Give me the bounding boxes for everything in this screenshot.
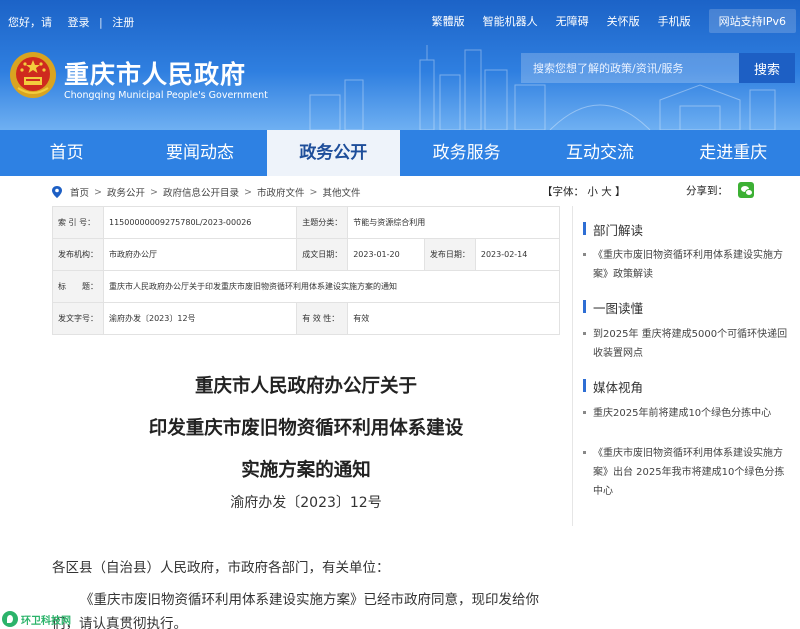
share-control: 分享到：: [686, 182, 754, 198]
top-bar: 您好，请 登录 | 注册 繁體版 智能机器人 无障碍 关怀版 手机版 网站支持I…: [0, 0, 800, 40]
main-nav: 首页 要闻动态 政务公开 政务服务 互动交流 走进重庆: [0, 130, 800, 176]
breadcrumb-row: 首页 > 政务公开 > 政府信息公开目录 > 市政府文件 > 其他文件 【字体：…: [52, 176, 754, 206]
font-size-control: 【字体： 小 大 】: [542, 184, 626, 199]
traditional-chinese-link[interactable]: 繁體版: [432, 13, 465, 29]
publisher-value: 市政府办公厅: [102, 238, 298, 271]
breadcrumb-separator: >: [243, 186, 252, 198]
font-size-close: 】: [615, 186, 626, 198]
nav-about-chongqing[interactable]: 走进重庆: [667, 130, 800, 176]
breadcrumb-separator: >: [309, 186, 318, 198]
accessibility-link[interactable]: 无障碍: [556, 13, 589, 29]
topic-value: 节能与资源综合利用: [347, 206, 560, 239]
breadcrumb-other-documents[interactable]: 其他文件: [322, 185, 360, 199]
search-bar: 搜索: [521, 53, 795, 83]
document-info-table: 索 引 号： 11500000009275780L/2023-00026 主题分…: [52, 206, 561, 335]
font-large-button[interactable]: 大: [601, 186, 612, 198]
nav-news[interactable]: 要闻动态: [133, 130, 266, 176]
created-date-label: 成文日期：: [296, 238, 349, 271]
validity-value: 有效: [347, 302, 560, 335]
subject-label: 标 题：: [52, 270, 104, 303]
created-date-value: 2023-01-20: [347, 238, 425, 271]
published-date-label: 发布日期：: [423, 238, 476, 271]
nav-services[interactable]: 政务服务: [400, 130, 533, 176]
watermark: 环卫科技网: [2, 610, 71, 628]
document-body-line-2: 们，请认真贯彻执行。: [52, 616, 187, 629]
breadcrumb-separator: >: [150, 186, 158, 198]
document-salutation: 各区县（自治县）人民政府，市政府各部门，有关单位：: [52, 560, 390, 576]
published-date-value: 2023-02-14: [474, 238, 561, 271]
ipv6-badge: 网站支持IPv6: [708, 9, 796, 33]
section-media-perspective: 媒体视角: [582, 377, 643, 396]
topic-label: 主题分类：: [296, 206, 349, 239]
sidebar-link-policy-interpretation[interactable]: 《重庆市废旧物资循环利用体系建设实施方案》政策解读: [583, 246, 793, 284]
subject-value: 重庆市人民政府办公厅关于印发重庆市废旧物资循环利用体系建设实施方案的通知: [103, 270, 560, 303]
breadcrumb-separator: >: [94, 186, 102, 198]
share-label: 分享到：: [686, 184, 728, 197]
national-emblem-icon[interactable]: [8, 50, 58, 100]
login-link[interactable]: 登录: [68, 16, 90, 29]
watermark-text: 环卫科技网: [21, 615, 71, 627]
breadcrumb-catalog[interactable]: 政府信息公开目录: [163, 185, 239, 199]
site-title[interactable]: 重庆市人民政府: [64, 55, 246, 91]
section-infographic: 一图读懂: [582, 298, 643, 317]
sidebar-link-infographic[interactable]: 到2025年 重庆将建成5000个可循环快递回收装置网点: [583, 325, 793, 363]
document-title-line-3: 实施方案的通知: [241, 460, 371, 481]
user-greeting: 您好，请 登录 | 注册: [8, 16, 135, 29]
top-links: 繁體版 智能机器人 无障碍 关怀版 手机版 网站支持IPv6: [432, 9, 800, 33]
index-value: 11500000009275780L/2023-00026: [102, 206, 298, 239]
search-input[interactable]: [521, 53, 739, 83]
elder-care-link[interactable]: 关怀版: [607, 13, 640, 29]
document-number-value: 渝府办发〔2023〕12号: [102, 302, 298, 335]
document-number-label: 发文字号：: [52, 302, 104, 335]
nav-home[interactable]: 首页: [0, 130, 133, 176]
site-header: 您好，请 登录 | 注册 繁體版 智能机器人 无障碍 关怀版 手机版 网站支持I…: [0, 0, 800, 130]
register-link[interactable]: 注册: [112, 16, 134, 29]
sidebar-link-media-1[interactable]: 重庆2025年前将建成10个绿色分拣中心: [583, 404, 793, 423]
greeting-text: 您好，请: [8, 16, 52, 29]
nav-government-affairs[interactable]: 政务公开: [266, 130, 400, 176]
location-pin-icon: [52, 186, 62, 198]
related-sidebar: 部门解读 《重庆市废旧物资循环利用体系建设实施方案》政策解读 一图读懂 到202…: [572, 206, 800, 526]
font-size-label: 【字体：: [542, 186, 584, 198]
document-title-line-2: 印发重庆市废旧物资循环利用体系建设: [148, 418, 464, 439]
font-small-button[interactable]: 小: [587, 186, 598, 198]
document-title-line-1: 重庆市人民政府办公厅关于: [194, 376, 417, 397]
robot-link[interactable]: 智能机器人: [483, 13, 538, 29]
index-label: 索 引 号：: [52, 206, 104, 239]
site-subtitle: Chongqing Municipal People's Government: [64, 90, 268, 101]
sidebar-link-media-2[interactable]: 《重庆市废旧物资循环利用体系建设实施方案》出台 2025年我市将建成10个绿色分…: [583, 444, 793, 501]
mobile-link[interactable]: 手机版: [658, 13, 691, 29]
document-number: 渝府办发〔2023〕12号: [230, 495, 382, 511]
search-button[interactable]: 搜索: [739, 53, 795, 83]
nav-interaction[interactable]: 互动交流: [533, 130, 666, 176]
breadcrumb-municipal-documents[interactable]: 市政府文件: [257, 185, 305, 199]
wechat-icon[interactable]: [738, 182, 754, 198]
breadcrumb: 首页 > 政务公开 > 政府信息公开目录 > 市政府文件 > 其他文件: [52, 185, 360, 199]
document-body-line-1: 《重庆市废旧物资循环利用体系建设实施方案》已经市政府同意，现印发给你: [80, 592, 539, 608]
validity-label: 有 效 性：: [296, 302, 349, 335]
publisher-label: 发布机构：: [52, 238, 104, 271]
section-department-interpretation: 部门解读: [582, 220, 643, 239]
breadcrumb-government-affairs[interactable]: 政务公开: [107, 185, 145, 199]
leaf-icon: [2, 611, 18, 627]
breadcrumb-home[interactable]: 首页: [70, 185, 89, 199]
